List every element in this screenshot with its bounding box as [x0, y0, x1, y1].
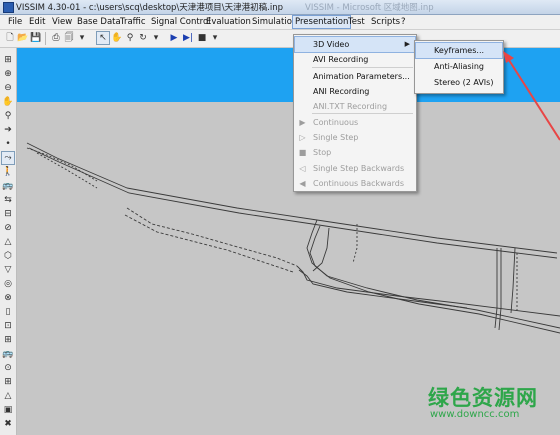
annotation-arrow-line — [506, 56, 560, 141]
watermark-logo: 绿色资源网 — [428, 386, 538, 410]
annotation-arrow — [503, 51, 560, 141]
watermark-url: www.downcc.com — [430, 409, 520, 420]
annotation-arrow-head — [503, 51, 514, 63]
